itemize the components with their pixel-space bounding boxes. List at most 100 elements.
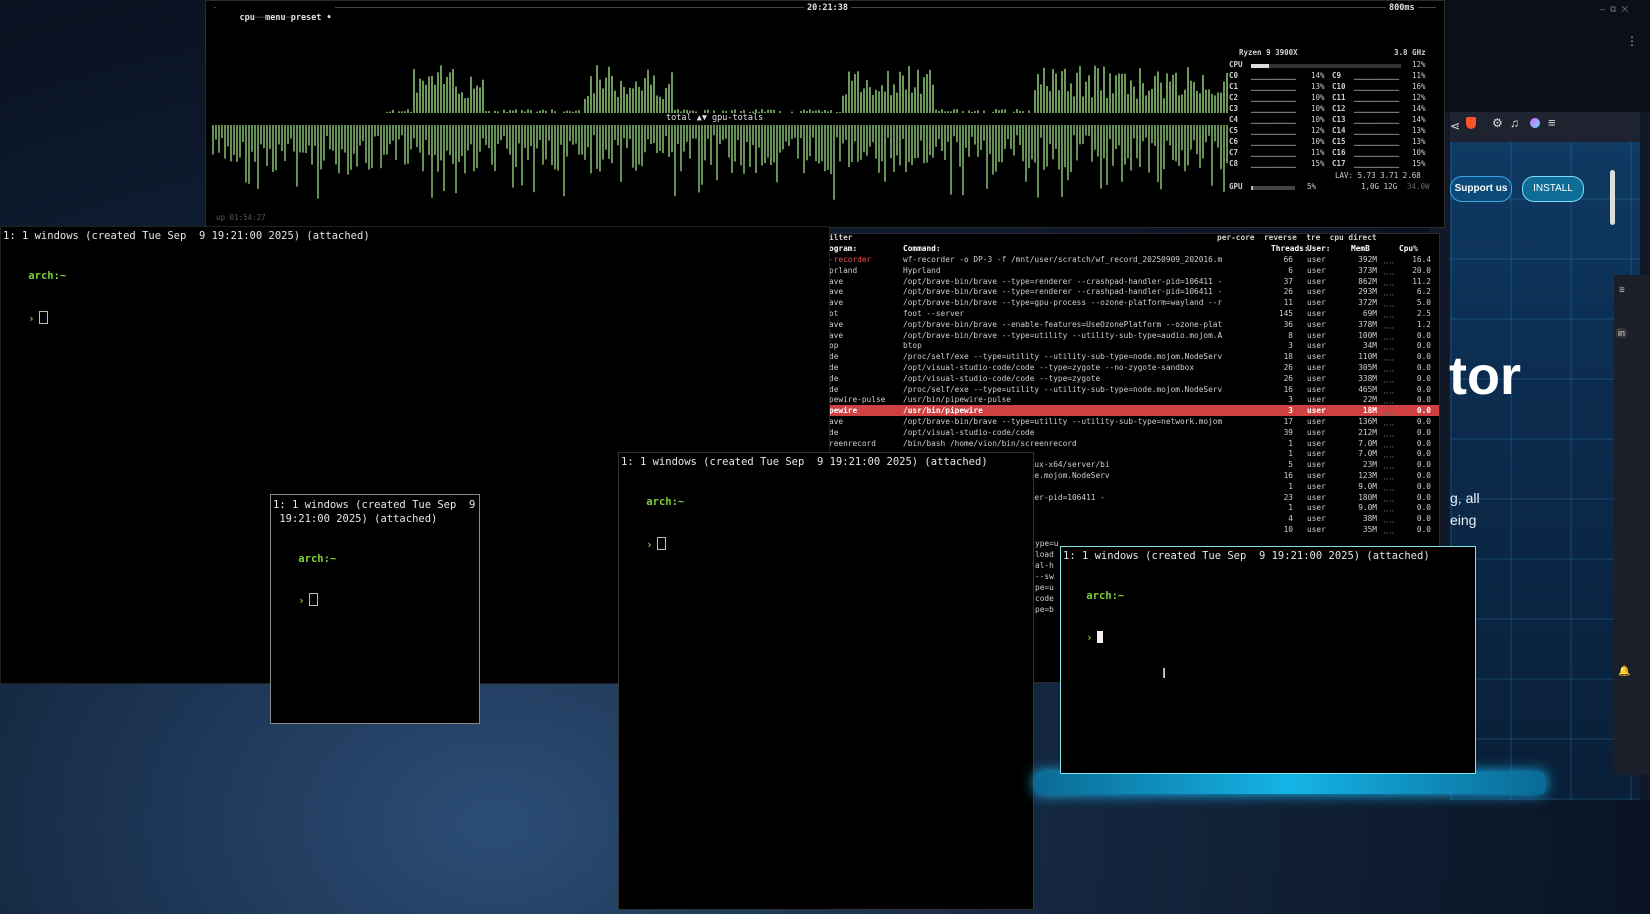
graph-bar	[770, 125, 772, 166]
graph-bar	[584, 125, 586, 160]
process-row[interactable]: prland Hyprland 6 user 373M ⣀⣀ 20.0	[827, 265, 1439, 276]
process-row[interactable]: ot foot --server 145 user 69M ⣀⣀ 2.5	[827, 308, 1439, 319]
graph-bar	[854, 125, 856, 142]
kebab-menu-icon[interactable]: ⋮	[1626, 34, 1638, 48]
share-icon[interactable]: ⋖	[1450, 119, 1460, 133]
graph-bar	[1169, 125, 1171, 146]
core-label: C14	[1332, 126, 1346, 135]
filter-label[interactable]: ilter	[829, 234, 852, 243]
process-row[interactable]: pewire-pulse/usr/bin/pipewire-pulse 3 user…	[827, 394, 1439, 405]
graph-bar	[452, 68, 454, 113]
process-threads: 16	[1283, 384, 1293, 394]
terminal-4-active[interactable]: 1: 1 windows (created Tue Sep 9 19:21:00…	[1060, 546, 1476, 774]
graph-bar	[1070, 83, 1072, 113]
music-icon[interactable]: ♫	[1510, 116, 1519, 130]
process-row[interactable]: ave/opt/brave-bin/brave --type=utility -…	[827, 330, 1439, 341]
graph-bar	[1046, 125, 1048, 167]
core-graph: ▁▁▁▁▁▁▁▁▁▁	[1354, 104, 1400, 113]
terminal-2[interactable]: 1: 1 windows (created Tue Sep 9 19:21:00…	[270, 494, 480, 724]
menu-icon[interactable]: ≡	[1548, 115, 1556, 130]
window-controls[interactable]: – ⧉ ✕	[1600, 4, 1628, 15]
graph-bar	[659, 125, 661, 151]
linkedin-icon[interactable]: in	[1616, 328, 1628, 338]
graph-bar	[704, 125, 706, 161]
bell-icon[interactable]: 🔔	[1618, 666, 1630, 677]
process-row[interactable]: ave/opt/brave-bin/brave --type=renderer …	[827, 276, 1439, 287]
header-user[interactable]: User:	[1307, 243, 1330, 254]
btop-menu-preset[interactable]: preset	[291, 13, 322, 23]
btop-menu-menu[interactable]: menu	[265, 13, 285, 23]
cursor	[308, 593, 318, 606]
header-mem[interactable]: MemB	[1351, 243, 1370, 254]
process-row[interactable]: de/proc/self/exe --type=utility --utilit…	[827, 384, 1439, 395]
profile-avatar[interactable]	[1530, 118, 1540, 128]
btop-interval[interactable]: 800ms	[1386, 3, 1418, 13]
header-cpu[interactable]: Cpu%	[1399, 243, 1418, 254]
graph-bar	[647, 69, 649, 113]
graph-bar	[629, 87, 631, 113]
core-percent: 12%	[1412, 93, 1426, 102]
menu-icon-2[interactable]: ≡	[1619, 285, 1625, 296]
process-user: user	[1307, 319, 1326, 329]
graph-bar	[836, 125, 838, 138]
graph-bar	[911, 125, 913, 166]
graph-bar	[971, 111, 973, 113]
graph-bar	[518, 125, 520, 144]
graph-bar	[521, 110, 523, 113]
process-cpu: 20.0	[1412, 265, 1431, 275]
process-program: de	[829, 427, 839, 437]
extensions-icon[interactable]: ⚙	[1492, 116, 1503, 130]
graph-bar	[950, 125, 952, 195]
graph-bar	[398, 125, 400, 140]
graph-bar	[530, 110, 532, 113]
process-user: user	[1307, 287, 1326, 297]
header-command[interactable]: Command:	[903, 243, 941, 254]
process-row[interactable]: de/opt/visual-studio-code/code 39 user 212M…	[827, 427, 1439, 438]
graph-bar	[1130, 125, 1132, 171]
graph-bar	[1115, 75, 1117, 113]
support-us-button[interactable]: Support us	[1450, 176, 1512, 202]
graph-bar	[971, 125, 973, 137]
process-row[interactable]: op btop 3 user 34M ⣀⣀ 0.0	[827, 340, 1439, 351]
graph-bar	[824, 125, 826, 172]
process-row[interactable]: reenrecord/bin/bash /home/vion/bin/scree…	[827, 438, 1439, 449]
graph-bar	[806, 110, 808, 113]
header-threads[interactable]: Threads:	[1271, 243, 1309, 254]
process-user: user	[1307, 298, 1326, 308]
process-row[interactable]: -recorder wf-recorder -o DP-3 -f /mnt/use…	[827, 254, 1439, 265]
process-row[interactable]: ave/opt/brave-bin/brave --type=gpu-proce…	[827, 297, 1439, 308]
graph-bar	[809, 109, 811, 113]
terminal-3[interactable]: 1: 1 windows (created Tue Sep 9 19:21:00…	[618, 452, 1034, 910]
process-command: /opt/visual-studio-code/code	[903, 427, 1035, 437]
process-command: /opt/brave-bin/brave --type=utility --ut…	[903, 330, 1223, 340]
process-row[interactable]: de/opt/visual-studio-code/code --type=zy…	[827, 362, 1439, 373]
process-row[interactable]: de/opt/visual-studio-code/code --type=zy…	[827, 373, 1439, 384]
core-graph: ▁▁▁▁▁▁▁▁▁▁	[1251, 137, 1297, 146]
btop-window[interactable]: cpu──menu─preset • 20:21:38 800ms total …	[205, 0, 1445, 228]
graph-bar	[1001, 109, 1003, 113]
process-row[interactable]: ave/opt/brave-bin/brave --type=renderer …	[827, 286, 1439, 297]
process-row[interactable]: ave/opt/brave-bin/brave --enable-feature…	[827, 319, 1439, 330]
graph-bar	[767, 109, 769, 113]
process-options[interactable]: per-core reverse tre cpu direct	[1217, 234, 1377, 243]
process-row[interactable]: ave/opt/brave-bin/brave --type=utility -…	[827, 416, 1439, 427]
graph-bar	[248, 125, 250, 184]
process-mem: 35M	[1362, 525, 1377, 534]
graph-bar	[215, 125, 217, 140]
graph-bar	[218, 125, 220, 153]
process-user: user	[1307, 341, 1326, 351]
process-threads: 4	[1288, 514, 1293, 524]
core-graph: ▁▁▁▁▁▁▁▁▁▁	[1251, 71, 1297, 80]
install-button[interactable]: INSTALL	[1522, 176, 1584, 202]
graph-bar	[1091, 125, 1093, 162]
process-command: /opt/brave-bin/brave --type=utility --ut…	[903, 417, 1223, 426]
cpu-total-bar	[1251, 64, 1269, 68]
graph-bar	[485, 125, 487, 146]
btop-menu-cpu[interactable]: cpu	[239, 13, 254, 23]
graph-bar	[1070, 125, 1072, 173]
process-row[interactable]: de/proc/self/exe --type=utility --utilit…	[827, 351, 1439, 362]
process-row[interactable]: pewire/usr/bin/pipewire 3 user 18M ⣀⣀ 0.0	[827, 405, 1439, 417]
header-program[interactable]: ogram:	[829, 243, 857, 254]
scrollbar[interactable]	[1610, 170, 1615, 225]
brave-shield-icon[interactable]	[1466, 117, 1476, 129]
